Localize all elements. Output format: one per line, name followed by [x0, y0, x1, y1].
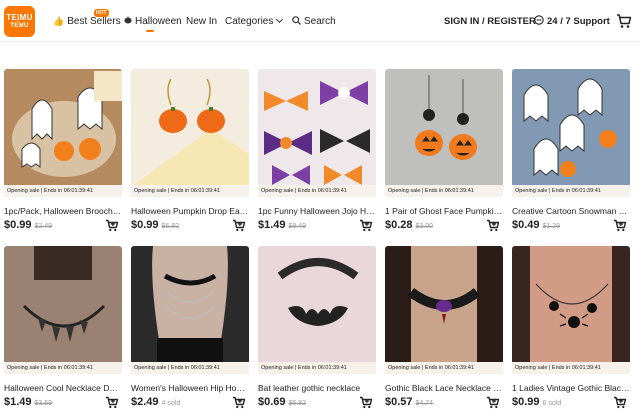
product-price: $1.49 $8.49 — [258, 219, 306, 231]
active-tab-indicator — [146, 30, 154, 32]
product-image-lace-choker[interactable] — [385, 246, 503, 364]
chevron-down-icon — [276, 15, 284, 24]
sale-badge: Opening sale | Ends in 06:01:39:41 — [4, 185, 122, 197]
product-price: $2.49 4 sold — [131, 396, 180, 408]
current-price: $0.28 — [385, 219, 413, 231]
sale-badge: Opening sale | Ends in 06:01:39:41 — [512, 362, 630, 374]
nav-search-label: Search — [304, 15, 336, 27]
add-to-cart-icon[interactable] — [359, 396, 373, 409]
sale-badge: Opening sale | Ends in 06:01:39:41 — [385, 362, 503, 374]
nav-best-sellers[interactable]: 👍 Best Sellers — [53, 0, 121, 42]
nav-search[interactable]: Search — [292, 0, 336, 42]
product-image-bat-necklace[interactable] — [258, 246, 376, 364]
product-title[interactable]: 1 Ladies Vintage Gothic Black Spider — [512, 383, 630, 393]
sign-in-register-link[interactable]: SIGN IN / REGISTER — [444, 0, 536, 42]
product-title[interactable]: Gothic Black Lace Necklace Choker — [385, 383, 503, 393]
nav-best-sellers-label: Best Sellers — [67, 15, 121, 27]
current-price: $0.99 — [512, 396, 540, 408]
product-price: $0.49 $1.29 — [512, 219, 560, 231]
product-image-ghost-brooch-2[interactable] — [512, 69, 630, 187]
sale-badge: Opening sale | Ends in 06:01:39:41 — [258, 362, 376, 374]
temu-logo[interactable]: TE|MU TEMU — [4, 6, 35, 37]
add-to-cart-icon[interactable] — [613, 396, 627, 409]
add-to-cart-icon[interactable] — [232, 396, 246, 409]
sale-badge: Opening sale | Ends in 06:01:39:41 — [4, 362, 122, 374]
product-title[interactable]: Halloween Cool Necklace Dark Spike — [4, 383, 122, 393]
add-to-cart-icon[interactable] — [105, 396, 119, 409]
product-price: $0.99 $2.49 — [4, 219, 52, 231]
logo-text: TEMU — [10, 23, 29, 29]
original-price: $6.82 — [161, 223, 180, 230]
product-title[interactable]: Creative Cartoon Snowman Ghost Brooch — [512, 206, 630, 216]
sale-badge: Opening sale | Ends in 06:01:39:41 — [512, 185, 630, 197]
current-price: $0.69 — [258, 396, 286, 408]
nav-categories[interactable]: Categories — [225, 0, 284, 42]
nav-new-in-label: New In — [186, 15, 218, 27]
current-price: $0.99 — [131, 219, 159, 231]
add-to-cart-icon[interactable] — [486, 219, 500, 232]
pumpkin-icon — [124, 16, 132, 26]
product-image-spider-necklace[interactable] — [512, 246, 630, 364]
sign-in-register-label: SIGN IN / REGISTER — [444, 15, 536, 27]
product-price: $0.57 $4.74 — [385, 396, 433, 408]
product-price: $1.49 $3.69 — [4, 396, 52, 408]
product-title[interactable]: Bat leather gothic necklace — [258, 383, 376, 393]
nav-new-in[interactable]: New In — [186, 0, 217, 42]
hot-badge: HOT — [94, 9, 109, 17]
sale-badge: Opening sale | Ends in 06:01:39:41 — [258, 185, 376, 197]
current-price: $2.49 — [131, 396, 159, 408]
product-title[interactable]: 1 Pair of Ghost Face Pumpkin Earrings — [385, 206, 503, 216]
product-image-hair-bows[interactable] — [258, 69, 376, 187]
original-price: $2.49 — [34, 223, 53, 230]
add-to-cart-icon[interactable] — [232, 219, 246, 232]
current-price: $0.57 — [385, 396, 413, 408]
product-image-pumpkin-earrings-2[interactable] — [385, 69, 503, 187]
product-price: $0.99 $6.82 — [131, 219, 179, 231]
product-image-pumpkin-earrings[interactable] — [131, 69, 249, 187]
product-title[interactable]: 1pc/Pack, Halloween Brooch, Cute Ghost — [4, 206, 122, 216]
support-label: 24 / 7 Support — [547, 15, 610, 27]
sale-badge: Opening sale | Ends in 06:01:39:41 — [131, 185, 249, 197]
add-to-cart-icon[interactable] — [105, 219, 119, 232]
sale-badge: Opening sale | Ends in 06:01:39:41 — [385, 185, 503, 197]
sale-badge: Opening sale | Ends in 06:01:39:41 — [131, 362, 249, 374]
add-to-cart-icon[interactable] — [613, 219, 627, 232]
product-price: $0.69 $6.82 — [258, 396, 306, 408]
nav-halloween[interactable]: Halloween — [124, 0, 182, 42]
shopping-cart-icon[interactable] — [616, 13, 632, 29]
support-link[interactable]: 24 / 7 Support — [534, 0, 610, 42]
original-price: $8.49 — [288, 223, 307, 230]
top-navigation-bar: TE|MU TEMU 👍 Best Sellers HOT Halloween … — [0, 0, 640, 42]
current-price: $0.99 — [4, 219, 32, 231]
chat-support-icon — [534, 15, 544, 27]
product-image-hiphop-choker[interactable] — [131, 246, 249, 364]
product-price: $0.28 $2.00 — [385, 219, 433, 231]
original-price: $2.00 — [415, 223, 434, 230]
original-price: $1.29 — [542, 223, 561, 230]
nav-halloween-label: Halloween — [135, 15, 182, 27]
thumbs-up-icon: 👍 — [53, 15, 65, 26]
current-price: $1.49 — [258, 219, 286, 231]
nav-categories-label: Categories — [225, 15, 274, 27]
product-image-spike-necklace[interactable] — [4, 246, 122, 364]
product-title[interactable]: 1pc Funny Halloween Jojo Hair Bow — [258, 206, 376, 216]
current-price: $0.49 — [512, 219, 540, 231]
current-price: $1.49 — [4, 396, 32, 408]
product-title[interactable]: Halloween Pumpkin Drop Earrings — [131, 206, 249, 216]
search-icon — [292, 15, 301, 27]
add-to-cart-icon[interactable] — [359, 219, 373, 232]
add-to-cart-icon[interactable] — [486, 396, 500, 409]
product-title[interactable]: Women's Halloween Hip Hop Choker — [131, 383, 249, 393]
product-price: $0.99 6 sold — [512, 396, 561, 408]
logo-glyph: TE|MU — [6, 13, 33, 22]
product-image-ghost-brooch[interactable] — [4, 69, 122, 187]
